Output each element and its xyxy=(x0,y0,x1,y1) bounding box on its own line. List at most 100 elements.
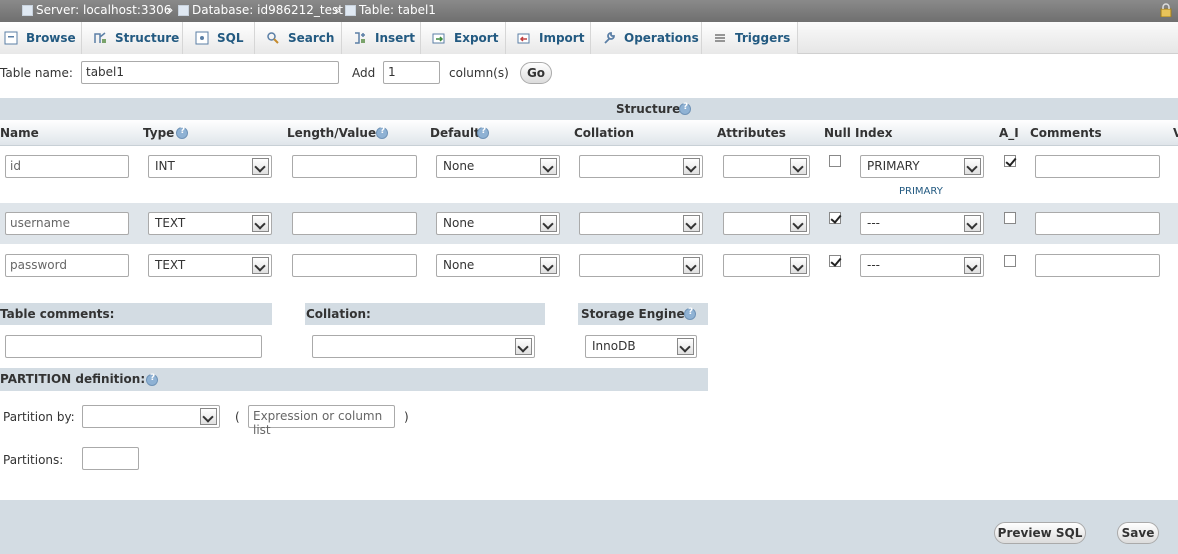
tab-sql[interactable]: SQL xyxy=(183,22,255,54)
chevron-down-icon xyxy=(964,158,981,175)
column-collation-select[interactable] xyxy=(579,254,703,277)
column-header-index: Index xyxy=(855,126,893,140)
partition-expression-input[interactable]: Expression or column list xyxy=(248,405,395,437)
table-row: id INT None PRIMARY PRIMARY xyxy=(0,146,1178,203)
column-header-default: Default xyxy=(430,126,480,140)
breadcrumb-table-label[interactable]: Table: tabel1 xyxy=(359,3,436,17)
column-header-v: V xyxy=(1173,126,1178,140)
column-attributes-select[interactable] xyxy=(723,155,810,178)
column-collation-select[interactable] xyxy=(579,212,703,235)
column-index-select[interactable]: PRIMARY xyxy=(860,155,984,178)
partition-by-label: Partition by: xyxy=(3,410,75,424)
tab-triggers[interactable]: Triggers xyxy=(702,22,798,54)
help-icon[interactable] xyxy=(477,126,489,139)
tab-browse[interactable]: Browse xyxy=(0,22,82,54)
column-name-input[interactable]: username xyxy=(5,212,129,235)
help-icon[interactable] xyxy=(679,102,691,115)
column-collation-select[interactable] xyxy=(579,155,703,178)
breadcrumb-server[interactable]: Server: localhost:3306 xyxy=(22,3,171,17)
chevron-down-icon xyxy=(790,215,807,232)
tab-label: Browse xyxy=(26,31,76,45)
go-button[interactable]: Go xyxy=(520,62,552,84)
columns-unit-label: column(s) xyxy=(449,66,509,80)
select-value: PRIMARY xyxy=(867,159,920,173)
tab-label: Import xyxy=(539,31,585,45)
column-attributes-select[interactable] xyxy=(723,212,810,235)
column-index-select[interactable]: --- xyxy=(860,212,984,235)
column-type-select[interactable]: TEXT xyxy=(148,212,272,235)
auto-increment-checkbox[interactable] xyxy=(1004,155,1016,167)
table-collation-select[interactable] xyxy=(312,335,535,358)
column-header-length: Length/Values xyxy=(287,126,384,140)
add-columns-count-input[interactable]: 1 xyxy=(383,61,440,84)
column-default-select[interactable]: None xyxy=(436,254,560,277)
help-icon[interactable] xyxy=(176,126,188,139)
column-comments-input[interactable] xyxy=(1035,155,1160,178)
column-name-input[interactable]: password xyxy=(5,254,129,277)
chevron-down-icon xyxy=(683,257,700,274)
help-icon[interactable] xyxy=(376,126,388,139)
chevron-down-icon xyxy=(540,215,557,232)
breadcrumb-separator: » xyxy=(166,3,174,17)
tab-label: Triggers xyxy=(735,31,791,45)
null-checkbox[interactable] xyxy=(829,155,841,167)
partitions-count-input[interactable] xyxy=(82,447,139,470)
table-comments-input[interactable] xyxy=(5,335,262,358)
breadcrumb-database-label[interactable]: Database: id986212_test xyxy=(192,3,343,17)
select-value: --- xyxy=(867,258,880,272)
preview-sql-button[interactable]: Preview SQL xyxy=(994,522,1086,544)
tab-import[interactable]: Import xyxy=(506,22,591,54)
sql-icon xyxy=(195,31,209,45)
column-header-name: Name xyxy=(0,126,39,140)
import-icon xyxy=(517,33,530,44)
column-length-input[interactable] xyxy=(292,254,417,277)
column-default-select[interactable]: None xyxy=(436,155,560,178)
storage-engine-label: Storage Engine: xyxy=(581,307,690,321)
table-name-label: Table name: xyxy=(0,66,73,80)
tab-label: Search xyxy=(288,31,335,45)
column-name-input[interactable]: id xyxy=(5,155,129,178)
column-default-select[interactable]: None xyxy=(436,212,560,235)
tab-structure[interactable]: Structure xyxy=(82,22,183,54)
index-primary-link[interactable]: PRIMARY xyxy=(899,186,943,197)
auto-increment-checkbox[interactable] xyxy=(1004,255,1016,267)
help-icon[interactable] xyxy=(146,373,158,386)
breadcrumb-database[interactable]: Database: id986212_test xyxy=(178,3,343,17)
table-name-input[interactable]: tabel1 xyxy=(81,61,339,84)
tab-search[interactable]: Search xyxy=(255,22,342,54)
column-length-input[interactable] xyxy=(292,155,417,178)
breadcrumb-table[interactable]: Table: tabel1 xyxy=(345,3,436,17)
column-attributes-select[interactable] xyxy=(723,254,810,277)
select-value: TEXT xyxy=(155,258,186,272)
tab-label: Insert xyxy=(375,31,415,45)
column-comments-input[interactable] xyxy=(1035,254,1160,277)
null-checkbox[interactable] xyxy=(829,255,841,267)
null-checkbox[interactable] xyxy=(829,212,841,224)
chevron-down-icon xyxy=(252,257,269,274)
partition-by-select[interactable] xyxy=(82,405,220,428)
save-button[interactable]: Save xyxy=(1117,522,1159,544)
tab-export[interactable]: Export xyxy=(421,22,506,54)
column-comments-input[interactable] xyxy=(1035,212,1160,235)
column-length-input[interactable] xyxy=(292,212,417,235)
form-footer: Preview SQL Save xyxy=(0,500,1178,554)
column-header-comments: Comments xyxy=(1030,126,1102,140)
help-icon[interactable] xyxy=(684,307,696,320)
tab-insert[interactable]: Insert xyxy=(342,22,421,54)
chevron-down-icon xyxy=(252,215,269,232)
storage-engine-select[interactable]: InnoDB xyxy=(585,335,697,358)
chevron-down-icon xyxy=(790,257,807,274)
column-index-select[interactable]: --- xyxy=(860,254,984,277)
breadcrumb-server-label[interactable]: Server: localhost:3306 xyxy=(36,3,171,17)
structure-header-row: Name Type Length/Values Default Collatio… xyxy=(0,120,1178,146)
column-type-select[interactable]: INT xyxy=(148,155,272,178)
tab-label: SQL xyxy=(217,31,244,45)
column-header-attributes: Attributes xyxy=(717,126,786,140)
structure-icon xyxy=(94,32,106,43)
tab-operations[interactable]: Operations xyxy=(591,22,702,54)
structure-title: Structure xyxy=(616,102,681,116)
lock-icon[interactable] xyxy=(1160,3,1172,17)
auto-increment-checkbox[interactable] xyxy=(1004,212,1016,224)
column-type-select[interactable]: TEXT xyxy=(148,254,272,277)
chevron-down-icon xyxy=(540,257,557,274)
